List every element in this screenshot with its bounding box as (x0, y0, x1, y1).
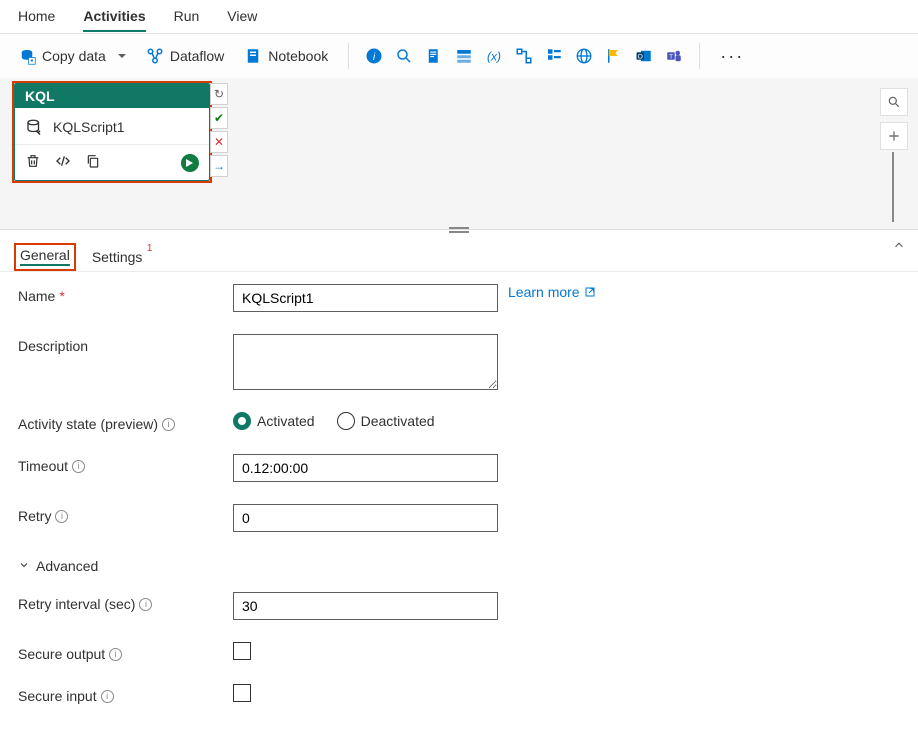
required-asterisk: * (59, 288, 64, 304)
toolbar-separator (699, 43, 700, 69)
retry-interval-input[interactable] (233, 592, 498, 620)
notebook-label: Notebook (268, 48, 328, 64)
general-form: Name * Learn more Description Activity s… (0, 272, 918, 738)
svg-text:(x): (x) (487, 50, 501, 64)
activity-card-header: KQL (15, 84, 209, 108)
tab-settings-badge: 1 (147, 243, 153, 254)
info-icon[interactable]: i (109, 648, 122, 661)
handle-skip[interactable]: → (210, 155, 228, 177)
info-icon[interactable]: i (365, 47, 383, 65)
kql-activity-card[interactable]: KQL KQLScript1 (14, 83, 210, 181)
pipeline-icon[interactable] (515, 47, 533, 65)
notebook-icon (244, 47, 262, 65)
tab-settings[interactable]: Settings 1 (92, 249, 143, 265)
panel-collapse-button[interactable] (892, 238, 906, 255)
deactivated-radio[interactable]: Deactivated (337, 412, 435, 430)
dataflow-button[interactable]: Dataflow (142, 44, 228, 68)
nav-run[interactable]: Run (174, 6, 200, 30)
variable-icon[interactable]: (x) (485, 47, 503, 65)
svg-text:O: O (638, 53, 643, 60)
chevron-down-icon (18, 558, 30, 574)
teams-icon[interactable]: T (665, 47, 683, 65)
handle-neutral[interactable]: ↻ (210, 83, 228, 105)
property-tabs: General Settings 1 (0, 236, 918, 272)
name-label: Name (18, 288, 55, 304)
deactivated-label: Deactivated (361, 413, 435, 429)
activity-status-handles: ↻ ✔ ✕ → (210, 83, 228, 177)
handle-failure[interactable]: ✕ (210, 131, 228, 153)
form-icon[interactable] (545, 47, 563, 65)
activity-card-title: KQLScript1 (53, 119, 125, 135)
tab-settings-label: Settings (92, 249, 143, 265)
code-icon[interactable] (55, 153, 71, 172)
retry-label: Retry (18, 508, 51, 524)
retry-input[interactable] (233, 504, 498, 532)
flag-icon[interactable] (605, 47, 623, 65)
info-icon[interactable]: i (139, 598, 152, 611)
tab-general[interactable]: General (20, 247, 70, 266)
activated-radio[interactable]: Activated (233, 412, 315, 430)
info-icon[interactable]: i (101, 690, 114, 703)
info-icon[interactable]: i (72, 460, 85, 473)
nav-home[interactable]: Home (18, 6, 55, 30)
property-panel: General Settings 1 Name * Learn more Des… (0, 230, 918, 750)
globe-icon[interactable] (575, 47, 593, 65)
activities-toolbar: Copy data Dataflow Notebook i (x) O (0, 34, 918, 78)
copy-icon[interactable] (85, 153, 101, 172)
copy-data-label: Copy data (42, 48, 106, 64)
copy-data-button[interactable]: Copy data (14, 44, 130, 68)
nav-activities[interactable]: Activities (83, 6, 145, 32)
advanced-toggle[interactable]: Advanced (18, 554, 98, 578)
timeout-input[interactable] (233, 454, 498, 482)
description-label: Description (18, 338, 88, 354)
info-icon[interactable]: i (55, 510, 68, 523)
info-icon[interactable]: i (162, 418, 175, 431)
secure-output-label: Secure output (18, 646, 105, 662)
run-activity-button[interactable] (181, 154, 199, 172)
secure-output-checkbox[interactable] (233, 642, 251, 660)
secure-input-label: Secure input (18, 688, 97, 704)
dataflow-icon (146, 47, 164, 65)
activated-label: Activated (257, 413, 315, 429)
toolbar-overflow[interactable]: ··· (720, 46, 744, 67)
nav-view[interactable]: View (227, 6, 257, 30)
script-icon[interactable] (425, 47, 443, 65)
learn-more-label: Learn more (508, 284, 580, 300)
outlook-icon[interactable]: O (635, 47, 653, 65)
learn-more-link[interactable]: Learn more (508, 284, 596, 300)
database-icon (25, 118, 43, 136)
search-icon[interactable] (395, 47, 413, 65)
pipeline-canvas[interactable]: KQL KQLScript1 (0, 78, 918, 230)
list-icon[interactable] (455, 47, 473, 65)
handle-success[interactable]: ✔ (210, 107, 228, 129)
copy-data-icon (18, 47, 36, 65)
activity-card-highlight: KQL KQLScript1 (12, 81, 212, 183)
timeout-label: Timeout (18, 458, 68, 474)
top-navigation: Home Activities Run View (0, 0, 918, 34)
description-input[interactable] (233, 334, 498, 390)
delete-icon[interactable] (25, 153, 41, 172)
toolbar-separator (348, 43, 349, 69)
retry-interval-label: Retry interval (sec) (18, 596, 135, 612)
canvas-guide-line (892, 152, 894, 222)
notebook-button[interactable]: Notebook (240, 44, 332, 68)
canvas-search-button[interactable] (880, 88, 908, 116)
canvas-add-button[interactable] (880, 122, 908, 150)
name-input[interactable] (233, 284, 498, 312)
secure-input-checkbox[interactable] (233, 684, 251, 702)
tab-general-highlight: General (14, 243, 76, 271)
svg-text:T: T (669, 53, 673, 60)
advanced-label: Advanced (36, 558, 98, 574)
dataflow-label: Dataflow (170, 48, 224, 64)
activity-state-label: Activity state (preview) (18, 416, 158, 432)
